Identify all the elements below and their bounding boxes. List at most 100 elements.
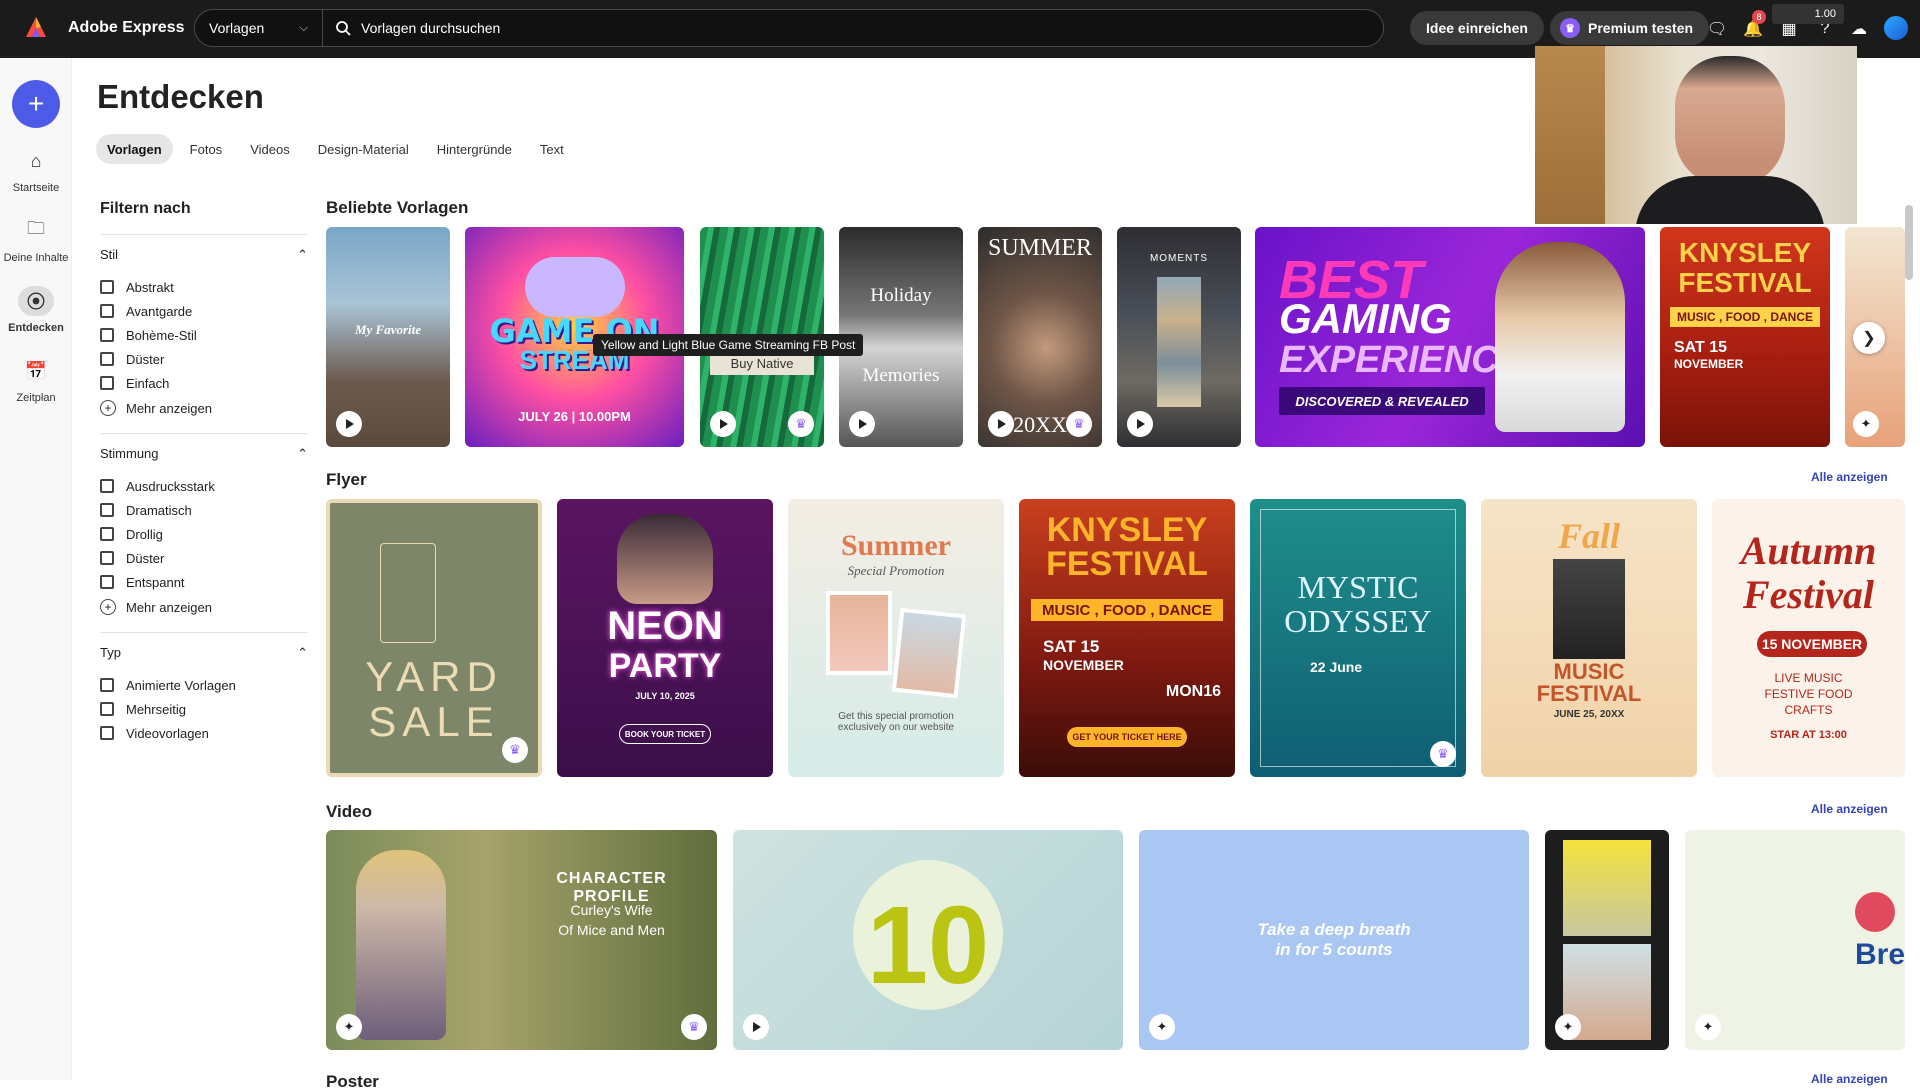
play-icon[interactable] (1127, 411, 1153, 437)
animation-icon: ✦ (1149, 1014, 1175, 1040)
template-card[interactable]: KNYSLEY FESTIVAL MUSIC , FOOD , DANCE SA… (1660, 227, 1830, 447)
scrollbar[interactable] (1905, 205, 1913, 280)
animation-icon: ✦ (1695, 1014, 1721, 1040)
play-icon[interactable] (336, 411, 362, 437)
search-input[interactable]: Vorlagen durchsuchen (323, 10, 1383, 46)
card-text: in for 5 counts (1275, 940, 1393, 959)
play-icon[interactable] (710, 411, 736, 437)
flyer-card[interactable]: YARD SALE ♛ (326, 499, 542, 777)
photo-polaroid (826, 591, 892, 675)
filter-option-label: Avantgarde (126, 303, 193, 319)
play-icon[interactable] (743, 1014, 769, 1040)
filter-section-header[interactable]: Stimmung ⌃ (100, 446, 308, 462)
see-all-video-link[interactable]: Alle anzeigen (1811, 802, 1888, 816)
filter-option[interactable]: Düster (100, 347, 308, 371)
see-all-poster-link[interactable]: Alle anzeigen (1811, 1072, 1888, 1086)
filter-section-header[interactable]: Typ ⌃ (100, 645, 308, 661)
search-placeholder: Vorlagen durchsuchen (361, 20, 501, 36)
filter-option[interactable]: Mehrseitig (100, 697, 308, 721)
show-more-link[interactable]: + Mehr anzeigen (100, 594, 308, 620)
flyer-card[interactable]: Fall MUSIC FESTIVAL JUNE 25, 20XX (1481, 499, 1697, 777)
checkbox[interactable] (100, 527, 114, 541)
filter-option[interactable]: Ausdrucksstark (100, 474, 308, 498)
tab-text[interactable]: Text (529, 134, 575, 164)
tab-design-assets[interactable]: Design-Material (307, 134, 420, 164)
premium-crown-icon: ♛ (502, 737, 528, 763)
play-icon[interactable] (849, 411, 875, 437)
filter-option[interactable]: Videovorlagen (100, 721, 308, 745)
filter-option[interactable]: Düster (100, 546, 308, 570)
create-new-button[interactable]: + (12, 80, 60, 128)
card-text: Of Mice and Men (558, 922, 665, 938)
card-text: Memories (862, 365, 940, 386)
see-all-flyer-link[interactable]: Alle anzeigen (1811, 470, 1888, 484)
search-scope-select[interactable]: Vorlagen ⌵ (195, 10, 323, 46)
template-card[interactable]: MOMENTS (1117, 227, 1241, 447)
checkbox[interactable] (100, 280, 114, 294)
rail-item-discover[interactable]: ⦿ Entdecken (0, 286, 72, 334)
submit-idea-button[interactable]: Idee einreichen (1410, 11, 1544, 45)
video-card[interactable]: ✦ (1545, 830, 1669, 1050)
filter-option[interactable]: Animierte Vorlagen (100, 673, 308, 697)
flyer-card[interactable]: NEON PARTY JULY 10, 2025 BOOK YOUR TICKE… (557, 499, 773, 777)
carousel-next-button[interactable]: ❯ (1853, 322, 1885, 354)
checkbox[interactable] (100, 702, 114, 716)
rail-item-schedule[interactable]: 📅 Zeitplan (0, 356, 72, 405)
rail-item-home[interactable]: ⌂ Startseite (0, 146, 72, 195)
filter-option[interactable]: Abstrakt (100, 275, 308, 299)
chat-icon[interactable]: 🗨 (1706, 18, 1728, 40)
card-text: FESTIVAL (1046, 545, 1208, 583)
try-premium-label: Premium testen (1588, 20, 1694, 36)
section-title-poster: Poster (326, 1072, 379, 1091)
show-more-link[interactable]: + Mehr anzeigen (100, 395, 308, 421)
show-more-label: Mehr anzeigen (126, 400, 212, 416)
checkbox[interactable] (100, 376, 114, 390)
flyer-card[interactable]: KNYSLEY FESTIVAL MUSIC , FOOD , DANCE SA… (1019, 499, 1235, 777)
template-card[interactable]: BEST GAMING EXPERIENCE DISCOVERED & REVE… (1255, 227, 1645, 447)
video-card[interactable]: 10 (733, 830, 1123, 1050)
checkbox[interactable] (100, 726, 114, 740)
filter-option[interactable]: Bohème-Stil (100, 323, 308, 347)
filter-option-label: Drollig (126, 526, 163, 542)
card-text: Curley's Wife (570, 902, 653, 918)
checkbox[interactable] (100, 551, 114, 565)
checkbox[interactable] (100, 678, 114, 692)
filter-section-header[interactable]: Stil ⌃ (100, 247, 308, 263)
rail-item-your-content[interactable]: 🗀 Deine Inhalte (0, 216, 72, 264)
filter-section-title: Stimmung (100, 446, 159, 461)
flyer-card[interactable]: Autumn Festival 15 NOVEMBER LIVE MUSIC F… (1712, 499, 1905, 777)
filter-option[interactable]: Drollig (100, 522, 308, 546)
filter-option-label: Düster (126, 351, 165, 367)
play-icon[interactable] (988, 411, 1014, 437)
tab-templates[interactable]: Vorlagen (96, 134, 173, 164)
app-name[interactable]: Adobe Express (68, 19, 184, 37)
flyer-card[interactable]: MYSTIC ODYSSEY 22 June ♛ (1250, 499, 1466, 777)
tab-backgrounds[interactable]: Hintergründe (426, 134, 523, 164)
filter-option-label: Bohème-Stil (126, 327, 197, 343)
rail-item-label: Startseite (12, 182, 60, 194)
video-card[interactable]: CHARACTER PROFILE Curley's Wife Of Mice … (326, 830, 717, 1050)
adobe-express-logo[interactable] (24, 15, 48, 39)
checkbox[interactable] (100, 328, 114, 342)
video-card[interactable]: Take a deep breath in for 5 counts ✦ (1139, 830, 1529, 1050)
checkbox[interactable] (100, 575, 114, 589)
template-card[interactable]: SUMMER 20XX ♛ (978, 227, 1102, 447)
user-avatar[interactable] (1884, 16, 1908, 40)
try-premium-button[interactable]: ♛ Premium testen (1550, 11, 1710, 45)
filter-option[interactable]: Entspannt (100, 570, 308, 594)
checkbox[interactable] (100, 503, 114, 517)
checkbox[interactable] (100, 304, 114, 318)
template-card[interactable]: My Favorite (326, 227, 450, 447)
video-card[interactable]: Breat ✦ (1685, 830, 1905, 1050)
filter-option[interactable]: Einfach (100, 371, 308, 395)
flyer-card[interactable]: Summer Special Promotion Get this specia… (788, 499, 1004, 777)
tab-photos[interactable]: Fotos (179, 134, 234, 164)
checkbox[interactable] (100, 352, 114, 366)
checkbox[interactable] (100, 479, 114, 493)
card-text: My Favorite (354, 322, 422, 337)
tab-videos[interactable]: Videos (239, 134, 301, 164)
filter-option[interactable]: Avantgarde (100, 299, 308, 323)
cloud-icon[interactable]: ☁ (1848, 18, 1870, 40)
filter-option[interactable]: Dramatisch (100, 498, 308, 522)
premium-crown-icon: ♛ (1430, 741, 1456, 767)
